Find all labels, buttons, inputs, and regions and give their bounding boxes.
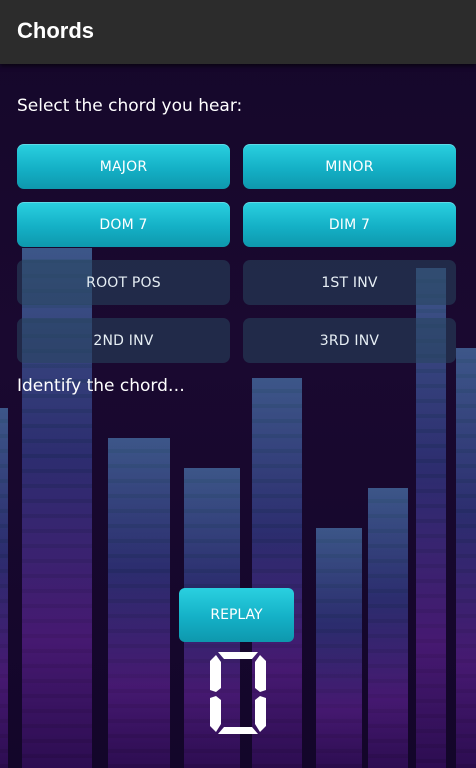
app-screen: Chords Select the chord you hear: MAJOR … xyxy=(0,0,476,768)
equalizer-bar xyxy=(456,348,476,768)
score-display: 0 xyxy=(208,650,268,736)
major-button[interactable]: MAJOR xyxy=(17,144,230,189)
equalizer-bar xyxy=(316,528,362,768)
third-inv-button[interactable]: 3RD INV xyxy=(243,318,456,363)
status-text: Identify the chord… xyxy=(17,376,185,396)
equalizer-bar xyxy=(368,488,408,768)
second-inv-button[interactable]: 2ND INV xyxy=(17,318,230,363)
root-pos-button[interactable]: ROOT POS xyxy=(17,260,230,305)
chord-prompt: Select the chord you hear: xyxy=(17,96,243,116)
dim7-button[interactable]: DIM 7 xyxy=(243,202,456,247)
equalizer-bar xyxy=(0,408,8,768)
equalizer-bar xyxy=(108,438,170,768)
first-inv-button[interactable]: 1ST INV xyxy=(243,260,456,305)
minor-button[interactable]: MINOR xyxy=(243,144,456,189)
seven-segment-digit xyxy=(210,652,266,734)
replay-button[interactable]: REPLAY xyxy=(179,588,294,642)
app-bar: Chords xyxy=(0,0,476,64)
dom7-button[interactable]: DOM 7 xyxy=(17,202,230,247)
app-title: Chords xyxy=(17,18,94,43)
